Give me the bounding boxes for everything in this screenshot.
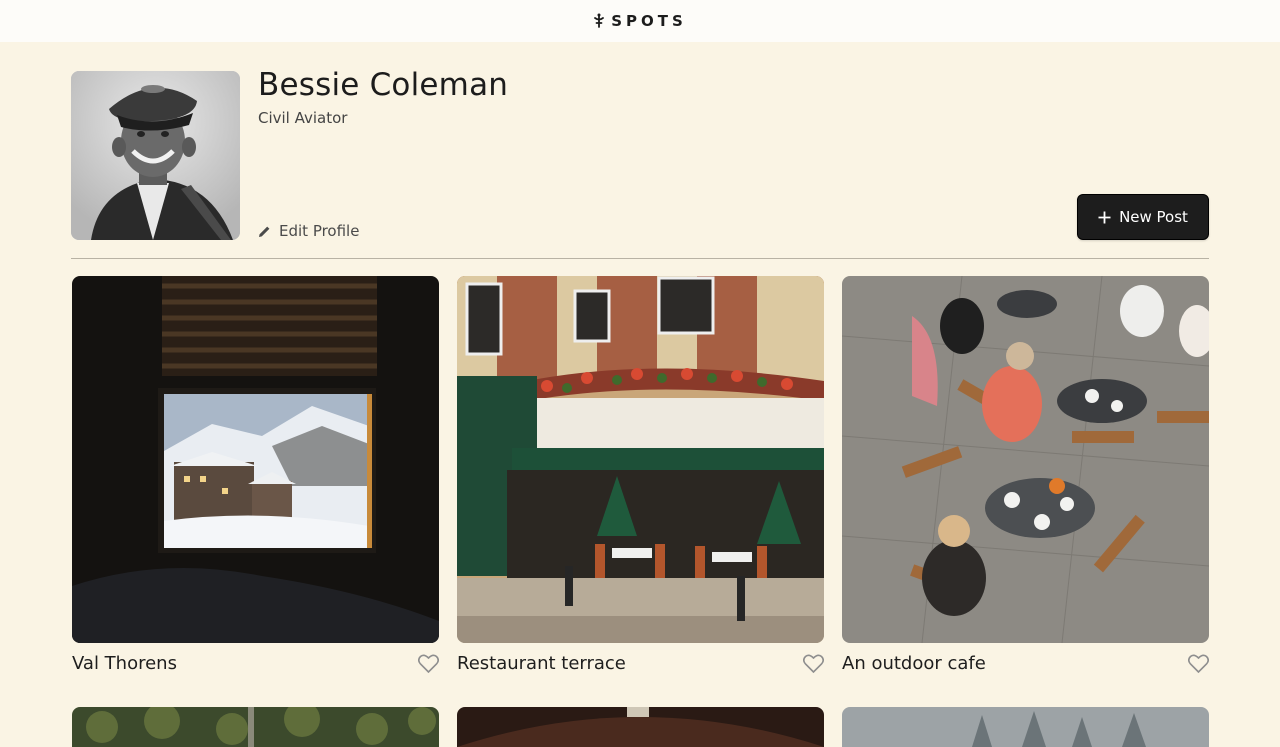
card-image[interactable] — [72, 276, 439, 643]
site-header: SPOTS — [0, 0, 1280, 42]
edit-profile-label: Edit Profile — [279, 222, 360, 240]
heart-icon — [1188, 654, 1209, 674]
card: An outdoor cafe — [842, 276, 1209, 687]
card-image[interactable] — [842, 276, 1209, 643]
avatar — [71, 71, 240, 240]
card-title: Val Thorens — [72, 653, 177, 674]
logo-text: SPOTS — [611, 12, 687, 30]
like-button[interactable] — [418, 654, 439, 674]
logo-icon — [594, 13, 605, 28]
profile-name: Bessie Coleman — [258, 67, 509, 103]
card-footer: Restaurant terrace — [457, 643, 824, 687]
edit-profile-button[interactable]: Edit Profile — [258, 222, 359, 240]
card: Restaurant terrace — [457, 276, 824, 687]
divider — [71, 258, 1209, 259]
heart-icon — [418, 654, 439, 674]
card-title: Restaurant terrace — [457, 653, 626, 674]
card-footer: An outdoor cafe — [842, 643, 1209, 687]
like-button[interactable] — [803, 654, 824, 674]
card-image[interactable] — [842, 707, 1209, 747]
heart-icon — [803, 654, 824, 674]
card-image[interactable] — [457, 707, 824, 747]
card-title: An outdoor cafe — [842, 653, 986, 674]
pencil-icon — [259, 226, 270, 237]
profile-section: Bessie Coleman Civil Aviator Edit Profil… — [71, 67, 1209, 241]
profile-description: Civil Aviator — [258, 109, 348, 127]
card: Val Thorens — [72, 276, 439, 687]
card-image[interactable] — [457, 276, 824, 643]
card-image[interactable] — [72, 707, 439, 747]
card-footer: Val Thorens — [72, 643, 439, 687]
avatar-image — [71, 71, 240, 240]
new-post-button[interactable]: New Post — [1077, 194, 1209, 240]
new-post-label: New Post — [1119, 208, 1188, 226]
logo[interactable]: SPOTS — [593, 12, 687, 30]
like-button[interactable] — [1188, 654, 1209, 674]
plus-icon — [1098, 211, 1111, 223]
